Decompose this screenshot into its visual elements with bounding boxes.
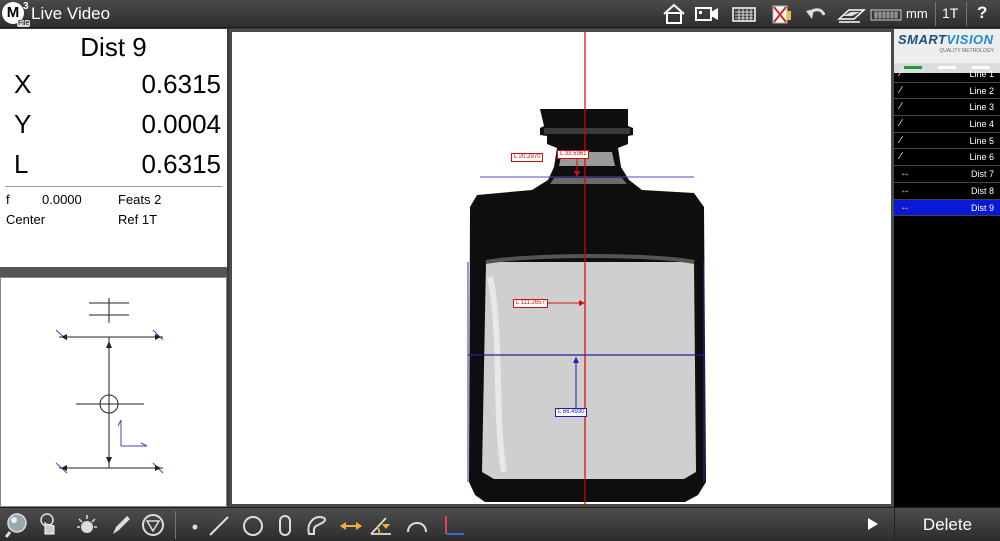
file-label: File — [17, 20, 31, 27]
circle-tool-icon[interactable] — [240, 512, 266, 538]
contour-tool-icon[interactable] — [304, 512, 330, 538]
line-tool-icon[interactable] — [206, 512, 232, 538]
axis-label: X — [14, 69, 32, 99]
feature-list-item[interactable]: ∕ Line 1 — [894, 66, 1000, 83]
top-bar: M 3 File Live Video mm 1T ? — [0, 0, 1000, 28]
arc-tool-icon[interactable] — [404, 512, 430, 538]
toolbar-separator — [935, 2, 936, 26]
feature-list-item[interactable]: ↔ Dist 7 — [894, 166, 1000, 183]
readout-divider — [5, 186, 222, 187]
axis-label: L — [14, 149, 29, 179]
axis-value: 0.6315 — [141, 69, 221, 99]
feature-list-item[interactable]: ∕ Line 5 — [894, 133, 1000, 150]
video-camera-icon[interactable] — [694, 3, 720, 25]
feature-name: Dist 7 — [970, 169, 994, 180]
line-icon: ∕ — [900, 84, 902, 96]
distance-icon: ↔ — [900, 168, 910, 180]
reference-frame: Ref 1T — [118, 212, 158, 227]
feature-name: Line 2 — [969, 85, 994, 96]
axis-value: 0.0004 — [141, 109, 221, 139]
magnifier-icon[interactable] — [4, 512, 30, 538]
filter-icon[interactable] — [140, 512, 166, 538]
keyboard-icon[interactable] — [731, 3, 757, 25]
brand-name: SMARTVISION — [898, 32, 994, 47]
skew-tool-icon[interactable] — [440, 512, 466, 538]
feature-list-item[interactable]: ∕ Line 6 — [894, 149, 1000, 167]
feature-list: ∕ Line 1 ∕ Line 2 ∕ Line 3 ∕ Line 4 ∕ Line 5 ∕ Line… — [894, 66, 1000, 217]
readout-row-y: Y 0.0004 — [0, 109, 227, 145]
delete-button[interactable]: Delete — [894, 508, 1000, 541]
feature-list-item[interactable]: ↔ Dist 9 — [894, 199, 1000, 217]
brand-name-a: SMART — [898, 32, 947, 47]
video-frame: L 20.2970 L 33.5961 L 111.2657 L 66.4930 — [229, 29, 894, 507]
feature-list-item[interactable]: ∕ Line 4 — [894, 116, 1000, 133]
feature-name: Line 6 — [969, 152, 994, 163]
measurement-label[interactable]: L 66.4930 — [555, 408, 588, 417]
touch-probe-icon[interactable] — [36, 512, 62, 538]
bottle-image — [467, 32, 706, 504]
unit-toggle[interactable]: mm — [906, 6, 928, 21]
part-sketch — [55, 298, 164, 474]
help-button[interactable]: ? — [977, 3, 987, 23]
feature-list-item[interactable]: ∕ Line 2 — [894, 83, 1000, 100]
line-icon: ∕ — [900, 118, 902, 130]
feature-name: Line 4 — [969, 119, 994, 130]
measurement-label[interactable]: L 33.5961 — [557, 150, 590, 159]
slot-tool-icon[interactable] — [272, 512, 298, 538]
distance-tool-icon[interactable] — [338, 512, 364, 538]
live-video-view[interactable]: L 20.2970 L 33.5961 L 111.2657 L 66.4930 — [232, 32, 891, 504]
feature-name: Dist 9 — [970, 202, 994, 213]
brand-tagline: QUALITY METROLOGY — [939, 48, 994, 54]
form-label: f — [6, 192, 10, 207]
feature-name: Line 3 — [969, 102, 994, 113]
feature-list-panel: SMARTVISION QUALITY METROLOGY ∕ Line 1 ∕ Li… — [894, 29, 1000, 507]
line-icon: ∕ — [900, 151, 902, 163]
readout-row-l: L 0.6315 — [0, 149, 227, 185]
distance-icon: ↔ — [900, 184, 910, 196]
axis-label: Y — [14, 109, 32, 139]
dro-readout-panel: Dist 9 X 0.6315 Y 0.0004 L 0.6315 f 0.00… — [0, 29, 227, 267]
light-icon[interactable] — [74, 512, 100, 538]
axis-value: 0.6315 — [141, 149, 221, 179]
feature-list-item[interactable]: ∕ Line 3 — [894, 99, 1000, 117]
app-logo-file-menu[interactable]: M 3 File — [2, 1, 31, 27]
feature-name: Line 5 — [969, 135, 994, 146]
line-icon: ∕ — [900, 68, 902, 79]
form-value: 0.0000 — [42, 192, 82, 207]
panel-separator — [0, 267, 227, 277]
line-icon: ∕ — [900, 101, 902, 113]
toolbar-separator — [966, 2, 967, 26]
home-icon[interactable] — [662, 3, 686, 25]
feature-sketch-panel[interactable] — [0, 277, 227, 507]
feature-name: Dist 8 — [970, 185, 994, 196]
feature-list-item[interactable]: ↔ Dist 8 — [894, 183, 1000, 200]
readout-row-x: X 0.6315 — [0, 69, 227, 105]
readout-feature-title: Dist 9 — [80, 32, 147, 62]
measurement-label[interactable]: L 111.2657 — [513, 299, 548, 308]
feature-count: Feats 2 — [118, 192, 162, 207]
toolbar-separator — [175, 511, 176, 539]
play-icon[interactable] — [866, 516, 880, 537]
line-icon: ∕ — [900, 134, 902, 146]
feature-name: Line 1 — [969, 69, 994, 79]
distance-icon: ↔ — [900, 201, 910, 213]
clear-screen-icon[interactable] — [770, 3, 794, 25]
app-title: Live Video — [31, 4, 111, 23]
construction-type: Center — [6, 212, 46, 227]
angle-tool-icon[interactable] — [368, 512, 394, 538]
keypad-icon[interactable] — [870, 3, 902, 25]
brand-logo: SMARTVISION QUALITY METROLOGY — [894, 29, 1000, 63]
stage-icon[interactable] — [836, 3, 866, 25]
brand-name-b: VISION — [946, 32, 994, 47]
bottom-toolbar: Delete — [0, 507, 1000, 541]
measurement-label[interactable]: L 20.2970 — [511, 153, 544, 162]
logo-superscript: 3 — [23, 1, 29, 12]
undo-icon[interactable] — [804, 3, 828, 25]
app-window: M 3 File Live Video mm 1T ? Dist 9 X 0.6… — [0, 0, 1000, 541]
reference-toggle[interactable]: 1T — [942, 5, 958, 21]
pen-icon[interactable] — [108, 512, 134, 538]
